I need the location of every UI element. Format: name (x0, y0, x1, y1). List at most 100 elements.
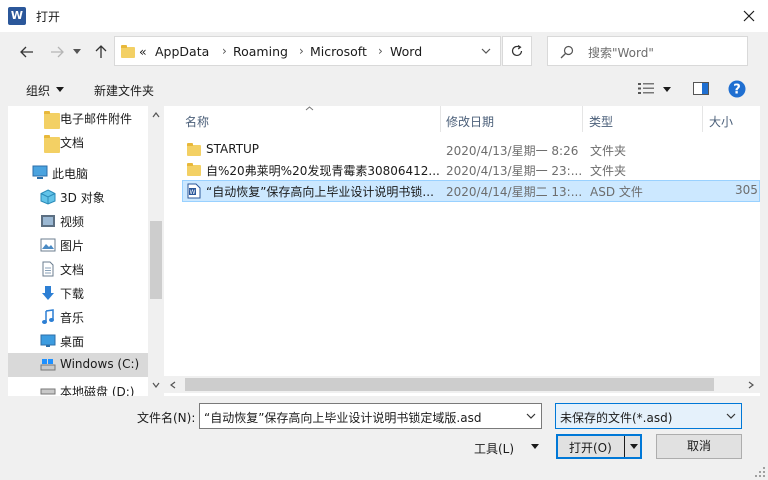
crumb-roaming[interactable]: Roaming (233, 44, 288, 59)
close-icon (743, 10, 755, 22)
filename-input[interactable]: “自动恢复”保存高向上毕业设计说明书锁定域版.asd (199, 403, 542, 429)
column-header-size[interactable]: 大小 (709, 113, 733, 130)
crumb-word[interactable]: Word (390, 44, 422, 59)
preview-pane-button[interactable] (693, 82, 709, 98)
view-dropdown-button[interactable] (663, 87, 671, 92)
drive-icon (40, 359, 56, 371)
sidebar-item-label: 下载 (60, 287, 85, 301)
sidebar-item-label: 此电脑 (52, 167, 89, 181)
drive-icon (40, 388, 56, 395)
sidebar-item-desktop[interactable]: 桌面 (8, 329, 148, 353)
filename-value: “自动恢复”保存高向上毕业设计说明书锁定域版.asd (204, 411, 482, 425)
arrow-up-icon (95, 45, 107, 58)
chevron-down-icon (726, 413, 736, 419)
sidebar-item-this-pc[interactable]: 此电脑 (8, 161, 148, 185)
document-icon (42, 261, 54, 277)
chevron-down-icon (630, 444, 638, 449)
chevron-down-icon (56, 87, 64, 92)
arrow-right-icon (51, 46, 64, 58)
sidebar-item-label: 视频 (60, 215, 85, 229)
cancel-button[interactable]: 取消 (656, 434, 742, 459)
column-divider[interactable] (440, 106, 441, 132)
search-box[interactable]: 搜索"Word" (547, 36, 748, 66)
crumb-separator: › (222, 44, 227, 58)
cube-icon (40, 189, 56, 205)
sidebar-item-windows-c[interactable]: Windows (C:) (8, 353, 156, 377)
chevron-down-icon (526, 413, 536, 419)
folder-icon (44, 135, 60, 153)
file-name: STARTUP (206, 142, 260, 156)
column-divider[interactable] (582, 106, 583, 132)
chevron-down-icon (481, 48, 491, 54)
tools-dropdown-button[interactable] (528, 439, 542, 453)
organize-button[interactable]: 组织 (26, 82, 50, 99)
file-type: 文件夹 (590, 144, 627, 158)
sidebar-item-email-attachments[interactable]: 电子邮件附件 (8, 106, 148, 130)
file-type: 文件夹 (590, 164, 627, 178)
address-bar[interactable]: « AppData › Roaming › Microsoft › Word (114, 36, 501, 66)
crumb-microsoft[interactable]: Microsoft (310, 44, 367, 59)
file-size: 305 (735, 183, 758, 197)
sidebar-item-music[interactable]: 音乐 (8, 305, 148, 329)
sidebar-item-documents-folder[interactable]: 文档 (8, 130, 148, 154)
details-view-icon (638, 83, 654, 94)
up-button[interactable] (90, 40, 112, 64)
file-row[interactable]: STARTUP 2020/4/13/星期一 8:26 文件夹 (182, 139, 760, 161)
close-button[interactable] (730, 0, 768, 32)
address-dropdown-button[interactable] (471, 36, 501, 66)
title-bar (0, 0, 768, 32)
sidebar-item-local-disk-d[interactable]: 本地磁盘 (D:) (8, 377, 148, 396)
file-row-selected[interactable]: W “自动恢复”保存高向上毕业设计说明书锁... 2020/4/14/星期二 1… (182, 180, 760, 202)
sidebar-item-label: 图片 (60, 239, 85, 253)
chevron-down-icon (531, 443, 539, 449)
view-options-button[interactable] (638, 82, 654, 98)
crumb-separator: › (378, 44, 383, 58)
filename-label: 文件名(N): (137, 411, 196, 425)
word-app-icon: W (8, 7, 26, 25)
video-icon (41, 215, 55, 227)
tools-button[interactable]: 工具(L) (474, 440, 514, 457)
column-header-type[interactable]: 类型 (589, 113, 613, 130)
sidebar-item-label: 桌面 (60, 335, 85, 349)
open-dropdown-button[interactable] (626, 434, 642, 459)
folder-icon (44, 111, 60, 129)
sidebar-item-pictures[interactable]: 图片 (8, 233, 148, 257)
file-date: 2020/4/14/星期二 13:... (446, 185, 583, 199)
computer-icon (32, 165, 48, 179)
chevron-left-icon (170, 381, 176, 389)
recent-locations-button[interactable] (66, 40, 88, 64)
sidebar-item-3d-objects[interactable]: 3D 对象 (8, 185, 148, 209)
file-type-value: 未保存的文件(*.asd) (560, 411, 673, 425)
sidebar-item-videos[interactable]: 视频 (8, 209, 148, 233)
file-type-filter[interactable]: 未保存的文件(*.asd) (555, 403, 742, 429)
file-row[interactable]: 自%20弗莱明%20发现青霉素30806412... 2020/4/13/星期一… (182, 159, 760, 181)
forward-button[interactable] (46, 40, 68, 64)
navigation-pane[interactable]: 电子邮件附件 文档 此电脑 3D 对象 视频 图片 文档 下载 音乐 桌面 Wi… (8, 106, 164, 396)
file-name: 自%20弗莱明%20发现青霉素30806412... (206, 164, 440, 178)
sidebar-item-label: 音乐 (60, 311, 85, 325)
file-list[interactable]: 名称 修改日期 类型 大小 STARTUP 2020/4/13/星期一 8:26… (164, 106, 760, 396)
filename-dropdown-button[interactable] (520, 403, 542, 429)
column-header-name[interactable]: 名称 (185, 113, 209, 130)
word-document-icon: W (187, 183, 201, 199)
resize-grip-icon[interactable] (754, 466, 766, 478)
sidebar-item-documents[interactable]: 文档 (8, 257, 148, 281)
crumb-appdata[interactable]: AppData (155, 44, 209, 59)
sidebar-scroll-thumb[interactable] (150, 221, 162, 299)
back-button[interactable] (16, 40, 38, 64)
file-list-scroll-thumb[interactable] (185, 378, 714, 391)
help-button[interactable]: ? (728, 80, 746, 101)
file-type-dropdown-button[interactable] (720, 403, 742, 429)
address-overflow[interactable]: « (139, 44, 147, 59)
new-folder-button[interactable]: 新建文件夹 (94, 82, 154, 99)
desktop-icon (40, 334, 56, 347)
chevron-down-icon (152, 382, 160, 388)
chevron-right-icon (748, 381, 754, 389)
column-divider[interactable] (702, 106, 703, 132)
sort-ascending-icon (305, 106, 314, 111)
column-header-date[interactable]: 修改日期 (446, 113, 494, 130)
chevron-down-icon (663, 87, 671, 92)
refresh-button[interactable] (502, 36, 532, 66)
sidebar-item-downloads[interactable]: 下载 (8, 281, 148, 305)
search-icon (560, 45, 574, 59)
